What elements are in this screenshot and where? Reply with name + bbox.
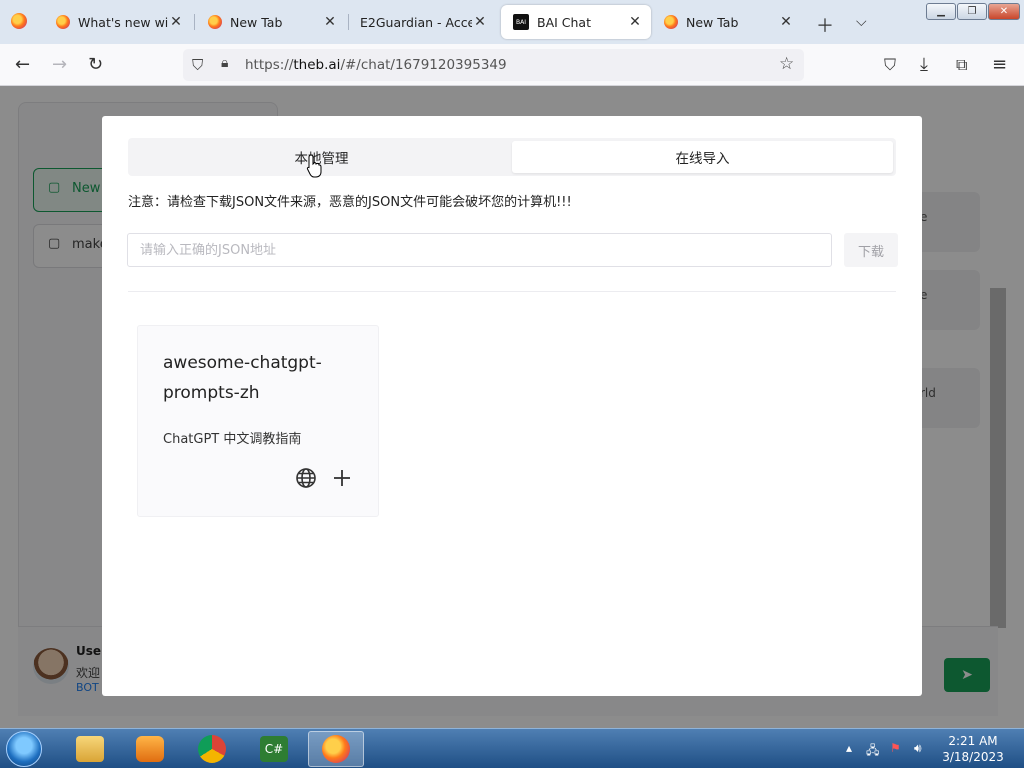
firefox-icon [208,15,222,29]
tab-title: New Tab [230,14,283,30]
restore-window-button[interactable]: ❐ [957,3,987,20]
card-title: awesome-chatgpt-prompts-zh [163,353,322,403]
url-path: /#/chat/1679120395349 [340,57,507,73]
clock-time: 2:21 AM [948,734,998,748]
json-url-input[interactable] [127,233,832,267]
url-text[interactable]: https://theb.ai/#/chat/1679120395349 [245,57,507,73]
lock-icon[interactable]: 🔒︎ [221,55,228,71]
shield-icon[interactable]: ⛉ [192,56,203,74]
warning-text: 注意：请检查下载JSON文件来源，恶意的JSON文件可能会破坏您的计算机!!! [128,195,572,210]
action-center-icon[interactable]: ⚑ [890,741,901,755]
list-tabs-chevron-icon[interactable]: ⌵ [856,14,867,30]
close-icon[interactable]: ✕ [168,14,184,30]
browser-tab[interactable]: E2Guardian - Access D ✕ [348,5,496,39]
browser-tab-strip: What's new with F ✕ New Tab ✕ E2Guardian… [0,0,1024,44]
browser-tab[interactable]: New Tab ✕ [196,5,346,39]
pocket-icon[interactable]: ⛉ [884,55,896,75]
network-icon[interactable]: 🖧 [866,741,879,762]
csharp-icon: C# [260,736,288,762]
hand-cursor-icon [306,154,322,178]
browser-tab-active[interactable]: BAI BAI Chat ✕ [501,5,651,39]
tab-title: What's new with F [78,14,168,30]
firefox-icon [56,15,70,29]
tab-title: New Tab [686,14,739,30]
plus-icon[interactable] [330,466,354,490]
close-window-button[interactable]: ✕ [988,3,1020,20]
download-icon[interactable]: ⤓ [920,54,928,75]
url-prefix: https:// [245,57,294,73]
firefox-icon[interactable] [11,13,27,29]
url-host: theb.ai [293,57,341,73]
firefox-icon [322,735,350,763]
taskbar-chrome[interactable] [184,731,240,767]
tab-title: E2Guardian - Access D [360,14,472,30]
tab-label: 在线导入 [675,151,730,167]
volume-icon[interactable]: 🔊︎ [914,741,922,756]
globe-icon[interactable] [294,466,318,490]
hamburger-menu-icon[interactable]: ≡ [992,54,1007,75]
firefox-icon [664,15,678,29]
tab-separator [194,14,195,30]
close-icon[interactable]: ✕ [472,14,488,30]
windows-taskbar: C# ▴ 🖧 ⚑ 🔊︎ 2:21 AM 3/18/2023 [0,728,1024,768]
divider [128,291,896,292]
bookmark-star-icon[interactable]: ☆ [779,54,794,74]
taskbar-explorer[interactable] [62,731,118,767]
clock-date: 3/18/2023 [942,750,1004,764]
taskbar-firefox[interactable] [308,731,364,767]
media-player-icon [136,736,164,762]
tab-title: BAI Chat [537,14,591,30]
chrome-icon [198,735,226,763]
navigation-toolbar: ← → ↻ ⛉ 🔒︎ https://theb.ai/#/chat/167912… [0,44,1024,86]
bai-logo-icon: BAI [513,14,529,30]
back-arrow-icon[interactable]: ← [15,54,30,75]
system-clock[interactable]: 2:21 AM 3/18/2023 [940,733,1006,765]
minimize-window-button[interactable]: ▁ [926,3,956,20]
tab-online-import[interactable]: 在线导入 [512,141,893,173]
prompt-source-card: awesome-chatgpt-prompts-zh ChatGPT 中文调教指… [137,325,379,517]
start-button[interactable] [6,731,42,767]
browser-tab[interactable]: New Tab ✕ [652,5,802,39]
modal-tabs: 本地管理 在线导入 [128,138,896,176]
extensions-icon[interactable]: ⧉ [956,55,967,75]
forward-arrow-icon[interactable]: → [52,54,67,75]
taskbar-media-player[interactable] [122,731,178,767]
new-tab-plus-icon[interactable]: ＋ [816,12,834,38]
address-bar[interactable]: ⛉ 🔒︎ https://theb.ai/#/chat/167912039534… [183,49,804,81]
download-button[interactable]: 下载 [844,233,898,267]
prompt-store-modal: 本地管理 在线导入 注意：请检查下载JSON文件来源，恶意的JSON文件可能会破… [102,116,922,696]
browser-tab[interactable]: What's new with F ✕ [44,5,192,39]
tray-expand-icon[interactable]: ▴ [846,741,852,755]
taskbar-csharp[interactable]: C# [246,731,302,767]
close-icon[interactable]: ✕ [322,14,338,30]
reload-icon[interactable]: ↻ [88,54,103,75]
close-icon[interactable]: ✕ [778,14,794,30]
folder-icon [76,736,104,762]
card-description: ChatGPT 中文调教指南 [163,432,302,447]
close-icon[interactable]: ✕ [627,14,643,30]
